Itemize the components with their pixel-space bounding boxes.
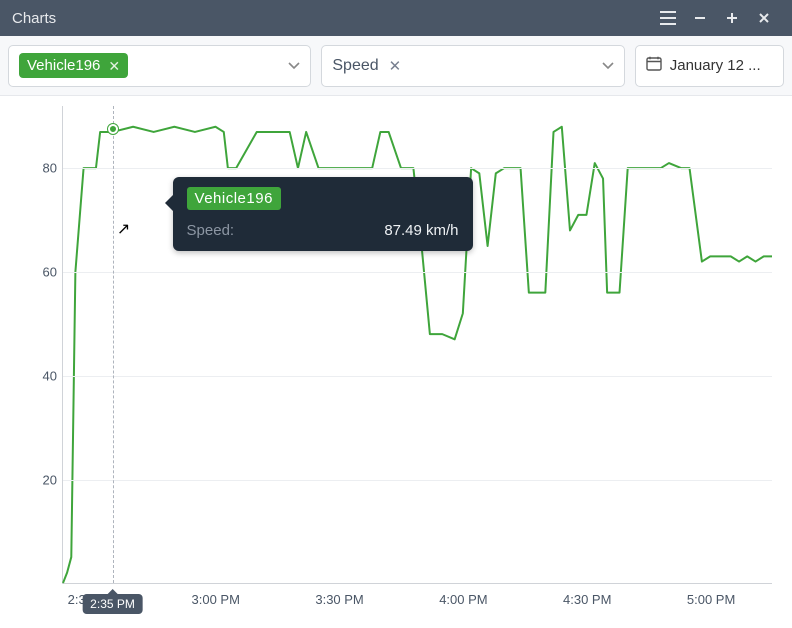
tooltip-key: Speed: [187,222,235,239]
y-tick: 60 [29,265,57,280]
menu-icon[interactable] [652,4,684,32]
tooltip-value: 87.49 km/h [384,222,458,239]
toolbar: Vehicle196 ✕ Speed ✕ January 12 ... [0,36,792,96]
tooltip-series-chip: Vehicle196 [187,187,281,210]
y-tick: 80 [29,161,57,176]
titlebar: Charts [0,0,792,36]
y-tick: 40 [29,369,57,384]
date-range-label: January 12 ... [670,57,761,74]
x-tick: 5:00 PM [687,592,735,607]
chevron-down-icon [288,57,300,75]
window-title: Charts [12,10,652,27]
cursor-icon: ↖ [117,219,130,239]
gridline [63,272,772,273]
gridline [63,168,772,169]
crosshair [113,106,114,583]
minimize-icon[interactable] [684,4,716,32]
tooltip: Vehicle196 Speed: 87.49 km/h [173,177,473,251]
x-tick: 3:00 PM [192,592,240,607]
metric-select[interactable]: Speed ✕ [321,45,624,87]
calendar-icon [646,56,662,75]
gridline [63,376,772,377]
time-flag: 2:35 PM [82,594,143,614]
plot[interactable]: 204060802:30 PM3:00 PM3:30 PM4:00 PM4:30… [62,106,772,584]
vehicle-chip: Vehicle196 ✕ [19,53,128,78]
maximize-icon[interactable] [716,4,748,32]
metric-chip: Speed ✕ [332,57,401,75]
remove-metric-icon[interactable]: ✕ [389,57,402,75]
y-tick: 20 [29,473,57,488]
date-range-select[interactable]: January 12 ... [635,45,784,87]
chart-area[interactable]: 204060802:30 PM3:00 PM3:30 PM4:00 PM4:30… [0,96,792,628]
x-tick: 3:30 PM [315,592,363,607]
metric-chip-label: Speed [332,57,378,75]
hover-point [108,124,118,134]
close-icon[interactable] [748,4,780,32]
x-tick: 4:30 PM [563,592,611,607]
vehicle-chip-label: Vehicle196 [27,57,100,74]
gridline [63,480,772,481]
x-tick: 4:00 PM [439,592,487,607]
chevron-down-icon [602,57,614,75]
remove-vehicle-icon[interactable]: ✕ [108,59,120,73]
vehicle-select[interactable]: Vehicle196 ✕ [8,45,311,87]
